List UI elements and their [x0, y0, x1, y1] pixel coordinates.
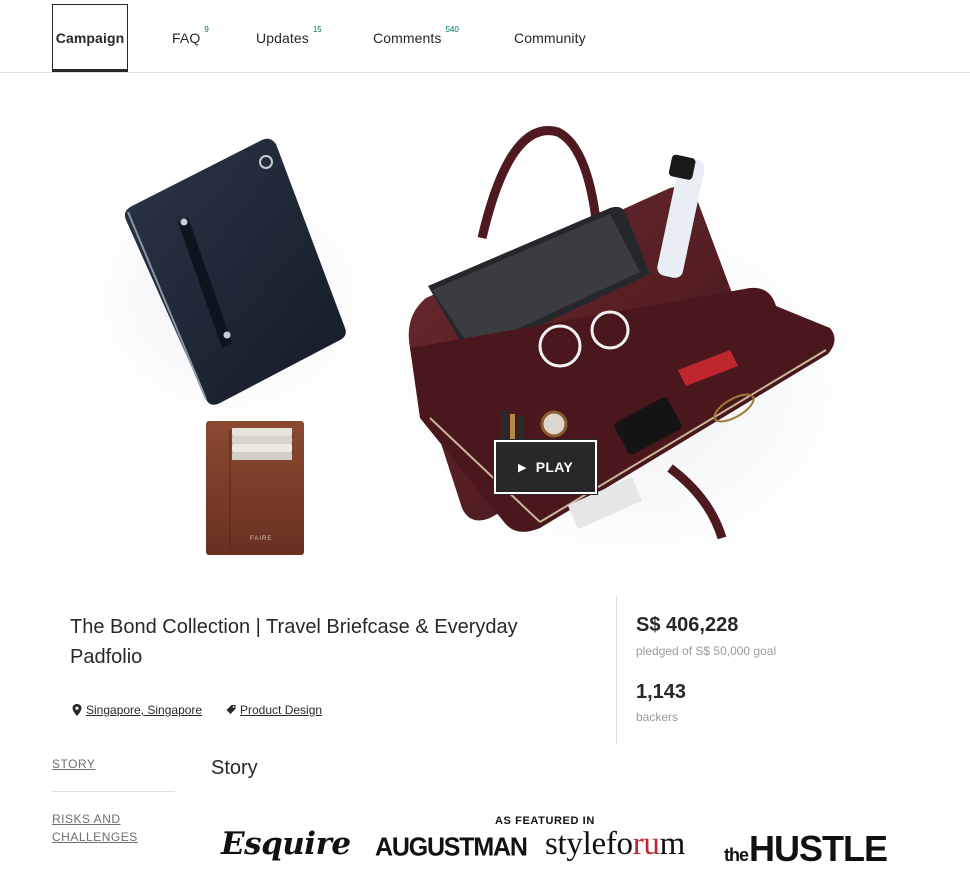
tab-campaign[interactable]: Campaign — [52, 4, 128, 72]
esquire-logo: Esquire — [221, 826, 351, 862]
wallet-brand-text: FAIRE — [250, 536, 272, 542]
location-link[interactable]: Singapore, Singapore — [86, 703, 202, 717]
project-tab-bar: Campaign FAQ 9 Updates 15 Comments 540 C… — [0, 0, 970, 73]
project-location: Singapore, Singapore — [72, 703, 202, 717]
play-label: PLAY — [535, 459, 574, 475]
backers-label: backers — [636, 710, 679, 724]
tab-faq-count: 9 — [204, 24, 209, 34]
story-nav-divider — [52, 791, 175, 792]
tab-updates-count: 15 — [312, 24, 322, 34]
tab-campaign-label: Campaign — [55, 30, 125, 46]
play-video-button[interactable]: ▶ PLAY — [493, 439, 598, 495]
tab-comments[interactable]: Comments 540 — [373, 4, 459, 72]
project-title: The Bond Collection | Travel Briefcase &… — [70, 616, 518, 668]
tab-community[interactable]: Community — [514, 4, 586, 72]
tab-updates[interactable]: Updates 15 — [256, 4, 322, 72]
project-category: Product Design — [226, 703, 322, 717]
tag-icon — [226, 705, 236, 714]
tab-faq-label: FAQ — [172, 30, 201, 46]
styleforum-logo-part-c: m — [659, 826, 686, 862]
tab-comments-count: 540 — [445, 24, 459, 34]
tab-comments-label: Comments — [373, 30, 442, 46]
tab-community-label: Community — [514, 30, 586, 46]
risks-nav-link[interactable]: RISKS AND CHALLENGES — [52, 810, 162, 846]
story-nav-link[interactable]: STORY — [52, 755, 95, 773]
the-hustle-logo: theHUSTLE — [724, 828, 888, 870]
product-hero-image: FAIRE — [80, 126, 870, 576]
pledged-goal-text: pledged of S$ 50,000 goal — [636, 644, 777, 658]
tab-faq[interactable]: FAQ 9 — [172, 4, 209, 72]
project-video[interactable]: FAIRE ▶ PLAY — [70, 118, 870, 576]
styleforum-logo-part-a: stylefo — [545, 826, 633, 862]
stats-divider — [616, 596, 617, 744]
category-link[interactable]: Product Design — [240, 703, 322, 717]
map-pin-icon — [72, 704, 82, 716]
tab-updates-label: Updates — [256, 30, 309, 46]
play-icon: ▶ — [517, 461, 527, 474]
hustle-logo-the: the — [724, 845, 749, 865]
backers-count: 1,143 — [636, 681, 687, 703]
card-wallet-product: FAIRE — [206, 421, 304, 555]
pledged-amount: S$ 406,228 — [636, 614, 739, 636]
styleforum-logo-part-b: ru — [632, 826, 660, 862]
augustman-logo: AUGUSTMAN — [375, 832, 528, 862]
styleforum-logo: styleforum — [545, 826, 685, 863]
hustle-logo-main: HUSTLE — [749, 828, 888, 869]
story-heading: Story — [211, 757, 258, 779]
